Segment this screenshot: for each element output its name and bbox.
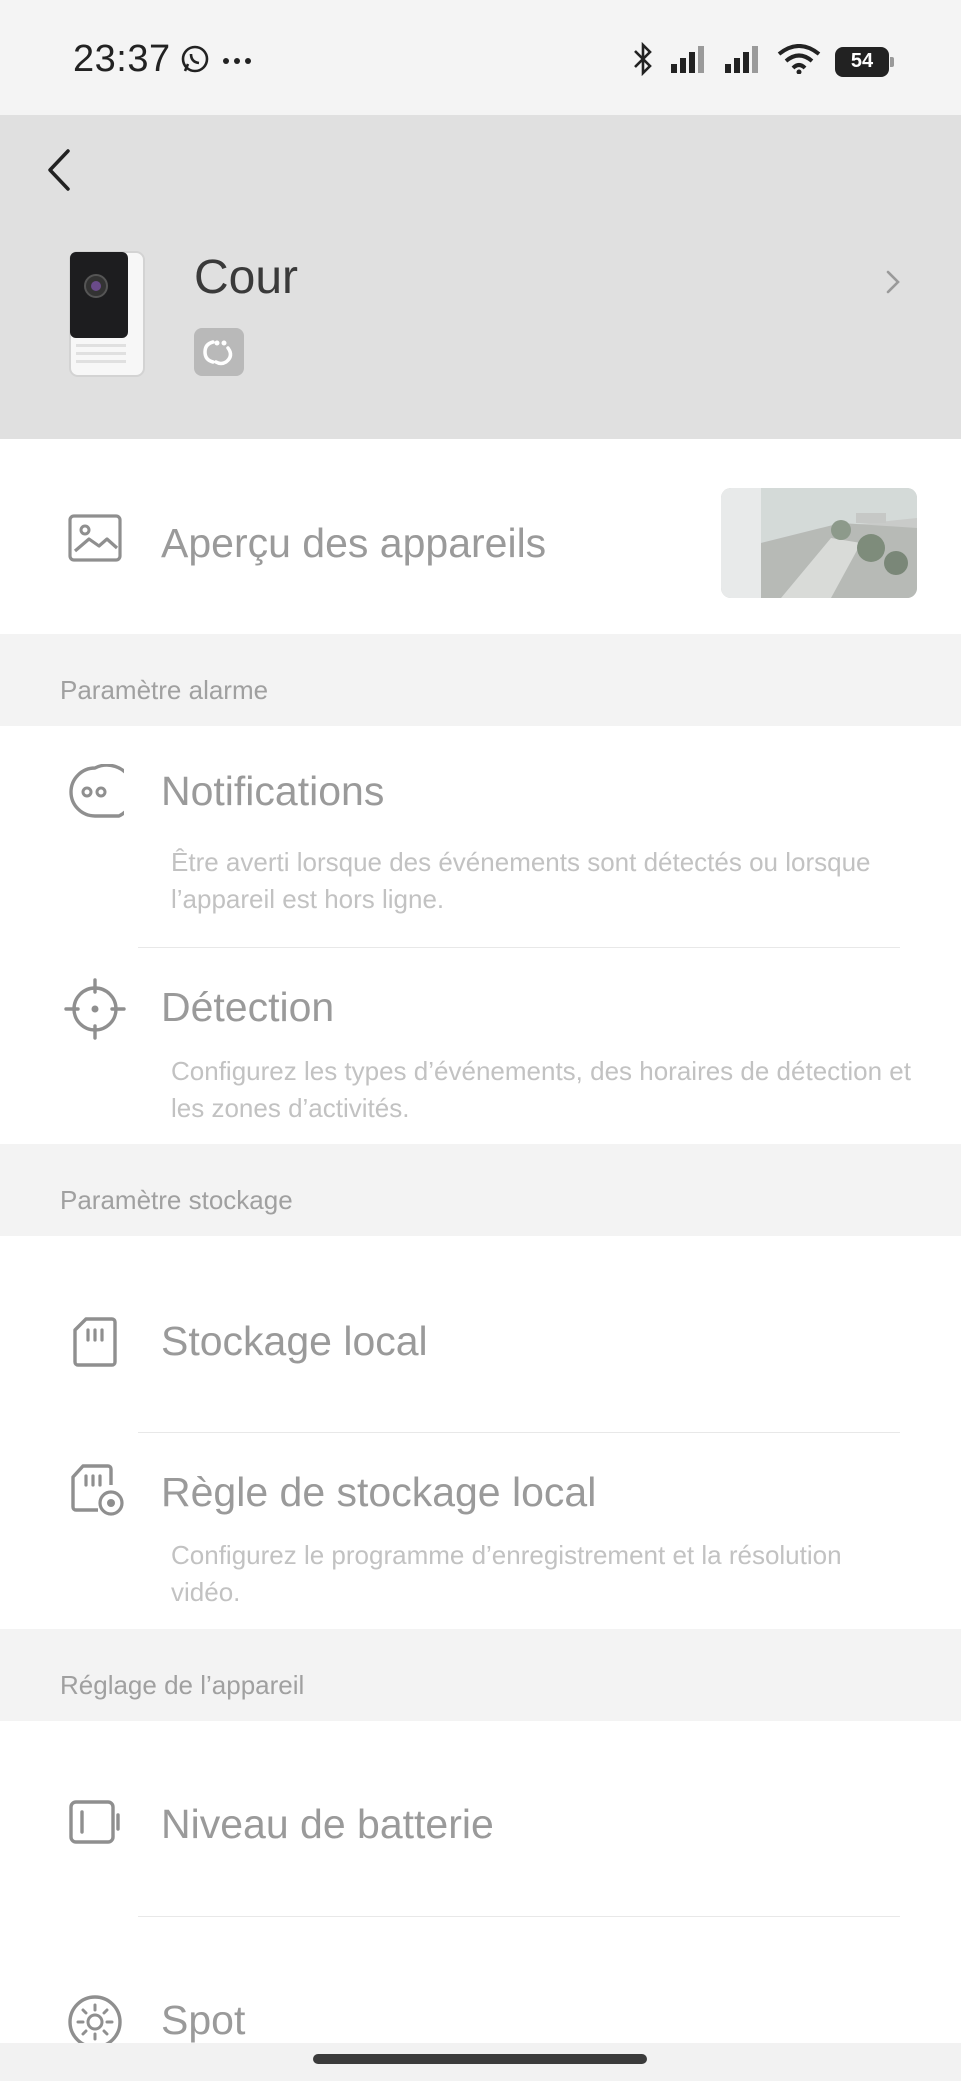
- sd-card-settings-icon: [70, 1463, 126, 1519]
- group-header-storage: Paramètre stockage: [0, 1144, 961, 1236]
- notifications-row[interactable]: Notifications Être averti lorsque des év…: [0, 726, 961, 947]
- group-title-device: Réglage de l’appareil: [60, 1670, 305, 1700]
- storage-rule-title: Règle de stockage local: [161, 1469, 597, 1515]
- bluetooth-icon: [631, 41, 655, 81]
- status-time: 23:37: [73, 38, 171, 80]
- detection-desc: Configurez les types d’événements, des h…: [171, 1056, 911, 1123]
- home-indicator[interactable]: [313, 2054, 647, 2064]
- group-header-alarm: Paramètre alarme: [0, 634, 961, 726]
- status-bar: 23:37 54: [0, 0, 961, 115]
- device-type-icon: [194, 328, 244, 376]
- more-dots-icon: [222, 53, 252, 71]
- whatsapp-icon: [180, 44, 210, 79]
- battery-icon: 54: [835, 46, 894, 77]
- group-header-device: Réglage de l’appareil: [0, 1629, 961, 1721]
- spot-title: Spot: [161, 1997, 246, 2043]
- device-camera-image: [66, 250, 148, 378]
- crosshair-icon: [64, 978, 126, 1040]
- spot-row[interactable]: Spot: [0, 1917, 961, 2049]
- storage-rule-desc: Configurez le programme d’enregistrement…: [171, 1540, 842, 1607]
- battery-level-icon: [68, 1799, 122, 1845]
- local-storage-row[interactable]: Stockage local: [0, 1236, 961, 1432]
- device-section: Niveau de batterie Spot: [0, 1721, 961, 2049]
- image-icon: [67, 513, 123, 563]
- battery-level: 54: [850, 50, 874, 72]
- signal-icon: [723, 44, 763, 79]
- storage-rule-row[interactable]: Règle de stockage local Configurez le pr…: [0, 1433, 961, 1629]
- chevron-right-icon[interactable]: [883, 267, 903, 297]
- signal-icon: [669, 44, 709, 79]
- battery-title: Niveau de batterie: [161, 1801, 494, 1847]
- detection-title: Détection: [161, 984, 335, 1030]
- notification-bubble-icon: [66, 763, 136, 820]
- camera-preview-image[interactable]: [721, 488, 917, 598]
- battery-row[interactable]: Niveau de batterie: [0, 1721, 961, 1916]
- detection-row[interactable]: Détection Configurez les types d’événeme…: [0, 948, 961, 1144]
- preview-label: Aperçu des appareils: [161, 520, 547, 566]
- local-storage-title: Stockage local: [161, 1318, 428, 1364]
- notifications-desc: Être averti lorsque des événements sont …: [171, 847, 871, 914]
- device-name: Cour: [194, 251, 299, 304]
- storage-section: Stockage local Règle de stockage local C…: [0, 1236, 961, 1629]
- sd-card-icon: [72, 1316, 118, 1368]
- group-title-storage: Paramètre stockage: [60, 1185, 293, 1215]
- alarm-section: Notifications Être averti lorsque des év…: [0, 726, 961, 1144]
- notifications-title: Notifications: [161, 768, 385, 814]
- group-title-alarm: Paramètre alarme: [60, 675, 269, 705]
- device-header[interactable]: Cour: [0, 115, 961, 439]
- back-icon[interactable]: [40, 145, 80, 195]
- wifi-icon: [777, 44, 821, 79]
